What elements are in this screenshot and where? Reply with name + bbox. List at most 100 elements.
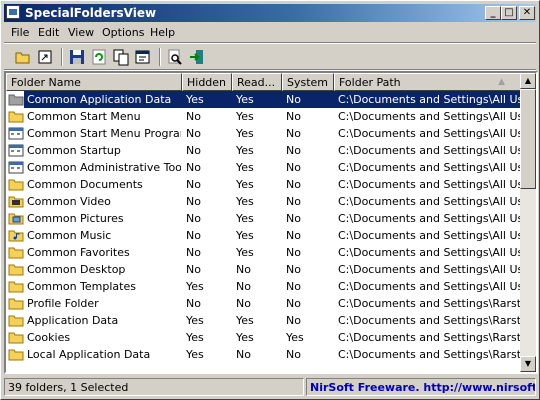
cell-folder-path: C:\Documents and Settings\Rarst\Loca: [338, 348, 520, 361]
table-row[interactable]: Common Music No Yes No C:\Documents and Sett…: [6, 227, 520, 244]
scroll-up-button[interactable]: ▲: [520, 73, 536, 89]
menu-file[interactable]: File: [8, 26, 32, 39]
cell-folder-name: Common Pictures: [27, 212, 124, 225]
table-row[interactable]: Profile Folder No No No C:\Documents and Set…: [6, 295, 520, 312]
app-icon: [6, 5, 20, 19]
folder-icon: [8, 296, 24, 310]
cell-folder-name: Common Templates: [27, 280, 136, 293]
cell-folder-path: C:\Documents and Settings\All Users\: [338, 144, 520, 157]
cell-hidden: No: [186, 178, 201, 191]
table-row[interactable]: Cookies Yes Yes Yes C:\Documents and Setting…: [6, 329, 520, 346]
toolbar-separator: [159, 48, 161, 66]
cell-folder-name: Profile Folder: [27, 297, 99, 310]
cell-folder-path: C:\Documents and Settings\All Users\: [338, 246, 520, 259]
cell-folder-path: C:\Documents and Settings\All Users\: [338, 127, 520, 140]
cell-system: No: [286, 280, 301, 293]
folder-icon: [8, 109, 24, 123]
cell-system: No: [286, 127, 301, 140]
cell-read-only: No: [236, 280, 251, 293]
cell-read-only: Yes: [236, 195, 254, 208]
cell-folder-name: Common Start Menu Programs: [27, 127, 181, 140]
scroll-down-button[interactable]: ▼: [520, 356, 536, 372]
cell-folder-name: Application Data: [27, 314, 119, 327]
table-row[interactable]: Common Administrative Tools No Yes No C:\Doc…: [6, 159, 520, 176]
cell-hidden: No: [186, 144, 201, 157]
cell-read-only: No: [236, 297, 251, 310]
cell-hidden: No: [186, 110, 201, 123]
cell-read-only: No: [236, 348, 251, 361]
status-credit-link[interactable]: NirSoft Freeware. http://www.nirsoft.n: [306, 378, 536, 396]
copy-icon[interactable]: [111, 47, 131, 67]
find-icon[interactable]: [165, 47, 185, 67]
cell-hidden: No: [186, 297, 201, 310]
folder-icon: [8, 313, 24, 327]
table-row[interactable]: Application Data Yes Yes No C:\Documents and…: [6, 312, 520, 329]
scroll-thumb[interactable]: [520, 89, 536, 189]
cell-hidden: No: [186, 229, 201, 242]
folder-icon: [8, 347, 24, 361]
cell-read-only: Yes: [236, 161, 254, 174]
video-icon: [8, 194, 24, 208]
column-system[interactable]: System: [282, 73, 334, 91]
cell-system: No: [286, 195, 301, 208]
cell-system: No: [286, 110, 301, 123]
maximize-button[interactable]: □: [501, 6, 517, 20]
refresh-icon[interactable]: [89, 47, 109, 67]
table-row[interactable]: Common Templates Yes No No C:\Documents and …: [6, 278, 520, 295]
cell-read-only: Yes: [236, 314, 254, 327]
folder-icon: [8, 262, 24, 276]
column-read-only[interactable]: Read...: [232, 73, 282, 91]
cell-folder-name: Common Administrative Tools: [27, 161, 181, 174]
table-row[interactable]: Local Application Data Yes No No C:\Document…: [6, 346, 520, 363]
cell-system: No: [286, 348, 301, 361]
cell-folder-name: Common Favorites: [27, 246, 130, 259]
save-icon[interactable]: [67, 47, 87, 67]
cell-read-only: Yes: [236, 229, 254, 242]
cell-folder-path: C:\Documents and Settings\All Users\: [338, 161, 520, 174]
folder-gray-icon: [8, 92, 24, 106]
table-row[interactable]: Common Pictures No Yes No C:\Documents and S…: [6, 210, 520, 227]
table-row[interactable]: Common Start Menu Programs No Yes No C:\Docu…: [6, 125, 520, 142]
menu-view[interactable]: View: [65, 26, 97, 39]
programs-icon: [8, 160, 24, 174]
minimize-button[interactable]: _: [485, 6, 501, 20]
cell-folder-path: C:\Documents and Settings\All Users\: [338, 263, 520, 276]
cell-read-only: Yes: [236, 331, 254, 344]
table-row[interactable]: Common Desktop No No No C:\Documents and Set…: [6, 261, 520, 278]
title-bar[interactable]: SpecialFoldersView _ □ ✕: [4, 4, 536, 22]
cell-folder-name: Common Video: [27, 195, 111, 208]
table-row[interactable]: Common Documents No Yes No C:\Documents and …: [6, 176, 520, 193]
cell-folder-name: Local Application Data: [27, 348, 151, 361]
menu-help[interactable]: Help: [147, 26, 178, 39]
exit-icon[interactable]: [187, 47, 207, 67]
folders-list[interactable]: Folder Name Hidden Read... System Folder…: [4, 71, 538, 374]
table-row[interactable]: Common Application Data Yes Yes No C:\Docume…: [6, 91, 520, 108]
cell-hidden: No: [186, 263, 201, 276]
sort-ascending-icon: ▲: [498, 77, 505, 87]
cell-folder-path: C:\Documents and Settings\All Users\: [338, 212, 520, 225]
cell-read-only: No: [236, 263, 251, 276]
open-folder-icon[interactable]: [13, 47, 33, 67]
table-row[interactable]: Common Startup No Yes No C:\Documents and Se…: [6, 142, 520, 159]
menu-edit[interactable]: Edit: [35, 26, 62, 39]
folder-icon: [8, 245, 24, 259]
cell-read-only: Yes: [236, 212, 254, 225]
column-hidden[interactable]: Hidden: [182, 73, 232, 91]
table-row[interactable]: Common Video No Yes No C:\Documents and Sett…: [6, 193, 520, 210]
cell-folder-path: C:\Documents and Settings\All Users\: [338, 178, 520, 191]
cell-read-only: Yes: [236, 127, 254, 140]
vertical-scrollbar[interactable]: ▲ ▼: [520, 73, 536, 372]
cell-system: No: [286, 93, 301, 106]
table-row[interactable]: Common Favorites No Yes No C:\Documents and …: [6, 244, 520, 261]
table-row[interactable]: Common Start Menu No Yes No C:\Documents and…: [6, 108, 520, 125]
cell-folder-path: C:\Documents and Settings\All Users\: [338, 110, 520, 123]
cell-folder-name: Cookies: [27, 331, 71, 344]
menu-options[interactable]: Options: [99, 26, 147, 39]
column-folder-path[interactable]: Folder Path ▲: [334, 73, 526, 91]
folder-icon: [8, 177, 24, 191]
shortcut-icon[interactable]: [35, 47, 55, 67]
properties-icon[interactable]: [133, 47, 153, 67]
close-button[interactable]: ✕: [519, 6, 535, 20]
column-folder-name[interactable]: Folder Name: [6, 73, 182, 91]
cell-hidden: No: [186, 161, 201, 174]
